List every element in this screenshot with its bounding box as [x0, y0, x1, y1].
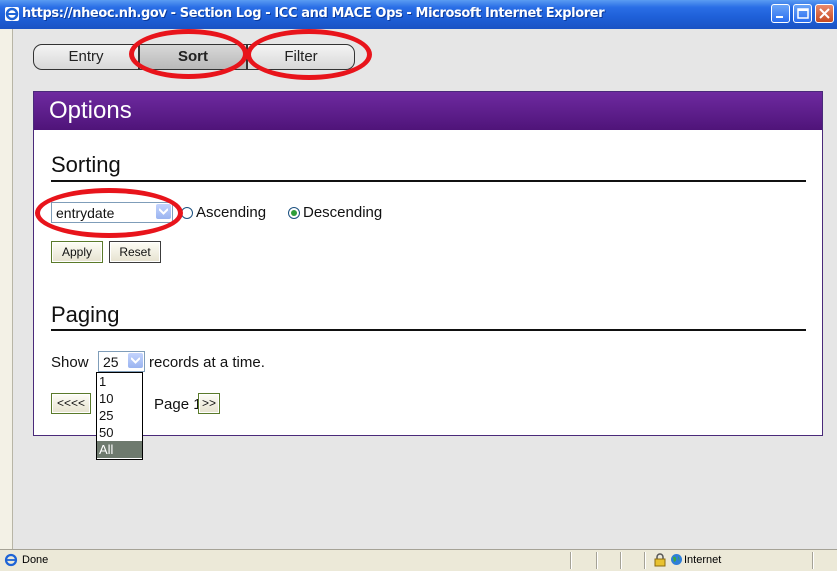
- window-left-frame: [0, 29, 13, 549]
- ie-icon: [5, 7, 19, 21]
- sorting-title: Sorting: [51, 152, 121, 177]
- panel-header: Options: [34, 92, 822, 130]
- dropdown-option-highlighted[interactable]: All: [97, 441, 142, 458]
- records-suffix-label: records at a time.: [149, 354, 265, 371]
- page-number-label: Page 1: [154, 396, 202, 413]
- next-page-button[interactable]: >>: [198, 393, 220, 414]
- previous-page-button[interactable]: <<<<: [51, 393, 91, 414]
- paging-title: Paging: [51, 302, 120, 327]
- descending-label: Descending: [303, 204, 383, 221]
- close-button[interactable]: [815, 4, 834, 23]
- status-separator: [570, 552, 572, 569]
- chevron-down-icon: [131, 357, 140, 364]
- radio-selected-dot: [291, 210, 297, 216]
- close-icon: [819, 8, 830, 19]
- lock-icon: [654, 553, 666, 567]
- dropdown-option[interactable]: 1: [97, 373, 142, 390]
- security-zone-label: Internet: [684, 554, 722, 566]
- dropdown-option[interactable]: 25: [97, 407, 142, 424]
- minimize-icon: [776, 16, 783, 18]
- options-panel: Options Sorting entrydate Ascending Desc…: [33, 91, 823, 436]
- records-dropdown-button[interactable]: [128, 353, 143, 368]
- status-separator: [812, 552, 814, 569]
- tab-entry[interactable]: Entry: [33, 44, 139, 70]
- minimize-button[interactable]: [771, 4, 790, 23]
- status-bar: Done Internet: [0, 549, 837, 571]
- apply-button[interactable]: Apply: [51, 241, 103, 263]
- records-per-page-value: 25: [103, 354, 119, 370]
- status-separator: [620, 552, 622, 569]
- dropdown-option[interactable]: 50: [97, 424, 142, 441]
- sorting-divider: [51, 180, 806, 182]
- maximize-button[interactable]: [793, 4, 812, 23]
- annotation-ellipse-filter: [246, 29, 372, 80]
- paging-divider: [51, 329, 806, 331]
- maximize-icon: [797, 8, 809, 19]
- window-titlebar[interactable]: https://nheoc.nh.gov - Section Log - ICC…: [0, 0, 837, 29]
- records-per-page-select[interactable]: 25: [98, 351, 145, 372]
- reset-button[interactable]: Reset: [109, 241, 161, 263]
- ascending-label: Ascending: [196, 204, 267, 221]
- show-label: Show: [51, 354, 89, 371]
- window-title: https://nheoc.nh.gov - Section Log - ICC…: [22, 6, 605, 21]
- dropdown-option[interactable]: 10: [97, 390, 142, 407]
- records-dropdown-list: 1 10 25 50 All: [96, 372, 143, 460]
- status-separator: [596, 552, 598, 569]
- status-text: Done: [22, 554, 49, 566]
- annotation-ellipse-sort: [129, 29, 248, 79]
- ie-icon: [4, 553, 18, 567]
- status-separator: [644, 552, 646, 569]
- annotation-ellipse-sort-field: [35, 188, 183, 238]
- globe-icon: [671, 554, 682, 565]
- descending-radio[interactable]: [288, 207, 300, 219]
